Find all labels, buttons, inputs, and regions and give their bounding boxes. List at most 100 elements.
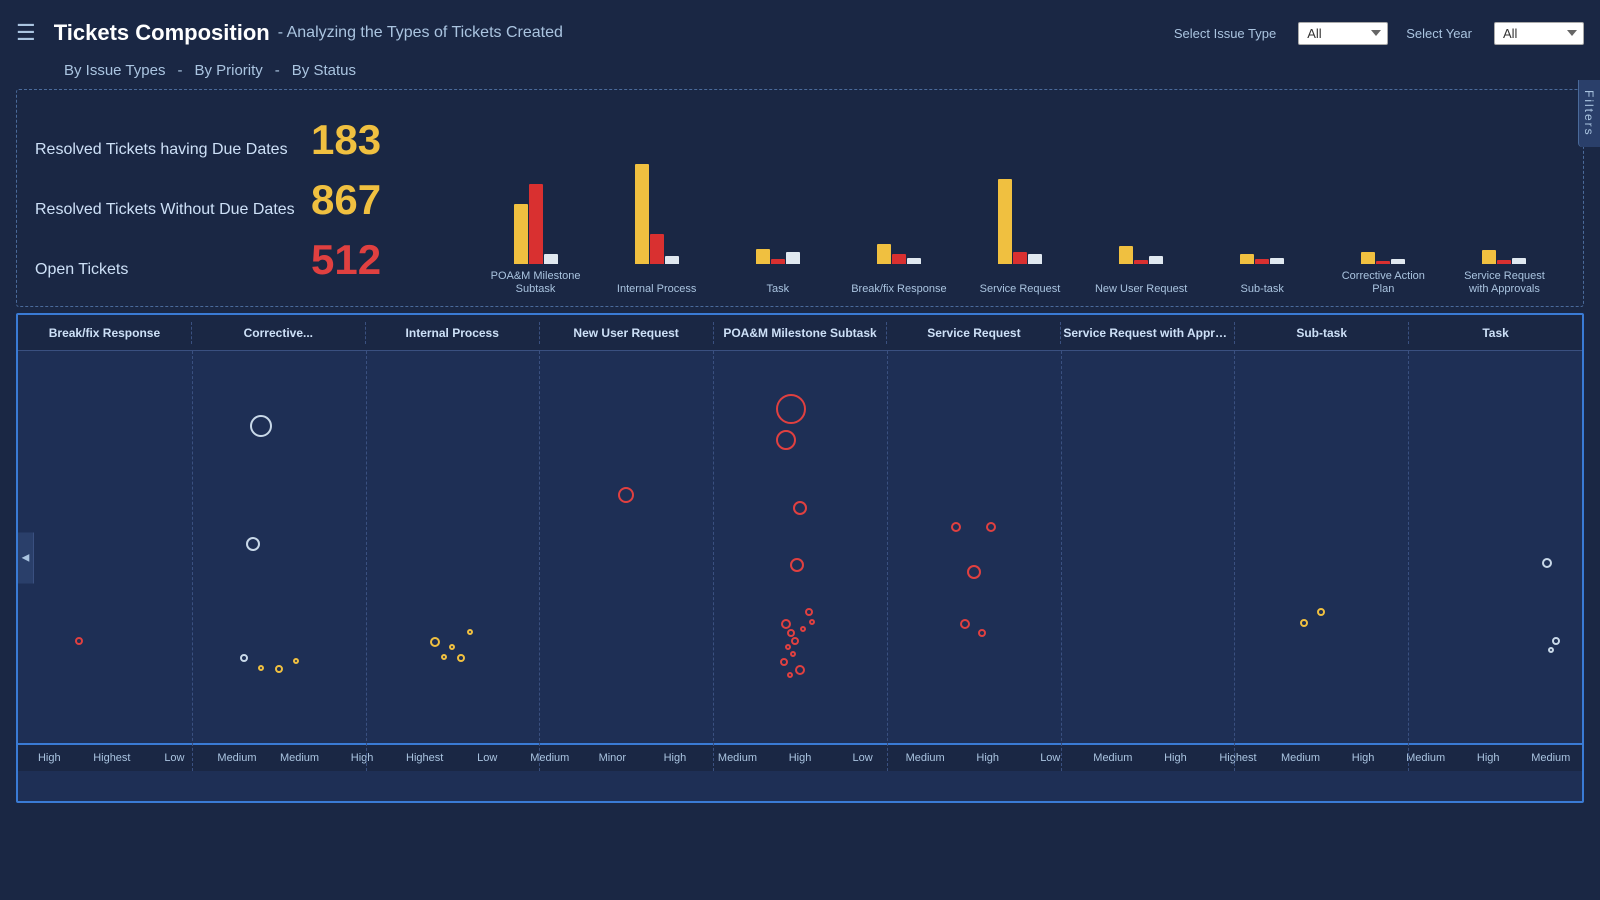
scatter-bubble (785, 644, 791, 650)
bar-yellow (635, 164, 649, 264)
bars (1119, 124, 1163, 264)
x-axis: HighHighestLowMediumMediumHighHighestLow… (18, 743, 1582, 771)
scatter-bubble (960, 619, 970, 629)
scatter-vline (1408, 351, 1409, 771)
x-axis-label: Medium (1520, 752, 1583, 764)
tab-by-priority[interactable]: By Priority (190, 60, 266, 81)
scatter-bubble (240, 654, 248, 662)
scatter-bubble (800, 626, 806, 632)
scatter-col-header: POA&M Milestone Subtask (714, 322, 888, 344)
scatter-col-header: Internal Process (366, 322, 540, 344)
scatter-bubble (441, 654, 447, 660)
bar-red (1013, 252, 1027, 264)
bars (635, 124, 679, 264)
scatter-bubble (776, 394, 806, 424)
hamburger-icon[interactable]: ☰ (16, 20, 36, 46)
bar-chart-area: POA&M MilestoneSubtaskInternal ProcessTa… (455, 100, 1565, 300)
scatter-bubble (790, 651, 796, 657)
summary-panel: Resolved Tickets having Due Dates 183 Re… (16, 89, 1584, 307)
scatter-col-header: Task (1409, 322, 1582, 344)
bar-yellow (1119, 246, 1133, 264)
year-label: Select Year (1406, 26, 1472, 41)
bar-yellow (998, 179, 1012, 264)
x-axis-label: Highest (1207, 752, 1270, 764)
bars (998, 124, 1042, 264)
bar-group: POA&M MilestoneSubtask (475, 124, 596, 264)
x-axis-label: Medium (1269, 752, 1332, 764)
stat3-value: 512 (311, 236, 391, 284)
bar-yellow (514, 204, 528, 264)
bar-group-label: Internal Process (596, 283, 717, 296)
bar-group-label: Corrective ActionPlan (1323, 270, 1444, 296)
page-title: Tickets Composition (54, 20, 270, 46)
scatter-vline (1061, 351, 1062, 771)
x-axis-label: High (1332, 752, 1395, 764)
scatter-col-header: Service Request (887, 322, 1061, 344)
x-axis-label: High (1144, 752, 1207, 764)
scatter-bubble (793, 501, 807, 515)
bar-yellow (756, 249, 770, 264)
left-scroll-indicator[interactable]: ◀ (18, 533, 34, 584)
scatter-bubble (449, 644, 455, 650)
x-axis-label: Medium (206, 752, 269, 764)
bar-group-label: Task (717, 283, 838, 296)
scatter-bubble (790, 558, 804, 572)
bars (756, 124, 800, 264)
bar-red (892, 254, 906, 264)
scatter-bubble (430, 637, 440, 647)
bar-group-label: Break/fix Response (838, 283, 959, 296)
x-axis-label: Low (143, 752, 206, 764)
x-axis-label: High (331, 752, 394, 764)
bar-red (650, 234, 664, 264)
nav-sep-2: - (275, 62, 280, 79)
year-select[interactable]: All (1494, 22, 1584, 45)
scatter-bubble (275, 665, 283, 673)
scatter-bubble (787, 672, 793, 678)
bar-red (1497, 260, 1511, 264)
scatter-bubble (75, 637, 83, 645)
scatter-vline (887, 351, 888, 771)
scatter-bubble (776, 430, 796, 450)
bar-gray (665, 256, 679, 264)
tab-by-status[interactable]: By Status (288, 60, 360, 81)
x-axis-label: Medium (268, 752, 331, 764)
nav-sep-1: - (177, 62, 182, 79)
scatter-bubble (618, 487, 634, 503)
scatter-bubble (967, 565, 981, 579)
bar-gray (907, 258, 921, 264)
bar-red (1134, 260, 1148, 264)
filters-tab[interactable]: Filters (1578, 80, 1600, 147)
stat2-value: 867 (311, 176, 391, 224)
scatter-bubble (246, 537, 260, 551)
summary-stats: Resolved Tickets having Due Dates 183 Re… (35, 116, 455, 284)
bars (514, 124, 558, 264)
tab-by-issue-types[interactable]: By Issue Types (60, 60, 169, 81)
scatter-bubble (1548, 647, 1554, 653)
scatter-bubble (457, 654, 465, 662)
x-axis-label: Low (831, 752, 894, 764)
bar-group: Corrective ActionPlan (1323, 124, 1444, 264)
scatter-bubble (986, 522, 996, 532)
issue-type-select[interactable]: All (1298, 22, 1388, 45)
stat2-label: Resolved Tickets Without Due Dates (35, 201, 295, 219)
x-axis-label: Low (456, 752, 519, 764)
scatter-col-header: New User Request (540, 322, 714, 344)
page-subtitle: - Analyzing the Types of Tickets Created (278, 24, 563, 42)
bar-red (771, 259, 785, 264)
scatter-col-header: Corrective... (192, 322, 366, 344)
scatter-col-header: Break/fix Response (18, 322, 192, 344)
scatter-body: HighHighestLowMediumMediumHighHighestLow… (18, 351, 1582, 771)
scatter-col-header: Service Request with Approvals (1061, 322, 1235, 344)
x-axis-label: High (644, 752, 707, 764)
bar-group-label: POA&M MilestoneSubtask (475, 270, 596, 296)
bar-group: Internal Process (596, 124, 717, 264)
bar-gray (1149, 256, 1163, 264)
scatter-vline (539, 351, 540, 771)
scatter-column-headers: Break/fix ResponseCorrective...Internal … (18, 315, 1582, 351)
x-axis-label: High (1457, 752, 1520, 764)
stat-row-3: Open Tickets 512 (35, 236, 455, 284)
bar-group: Sub-task (1202, 124, 1323, 264)
issue-type-label: Select Issue Type (1174, 26, 1276, 41)
bar-gray (1270, 258, 1284, 264)
bars (877, 124, 921, 264)
